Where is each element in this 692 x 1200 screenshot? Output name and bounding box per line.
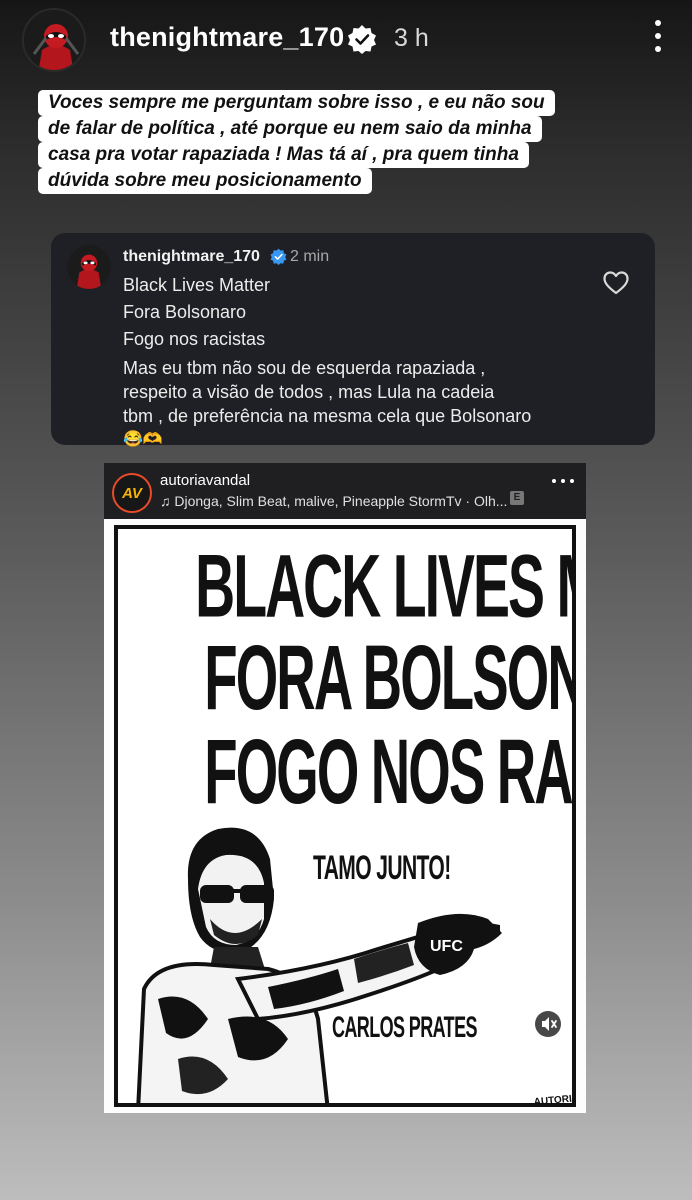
verified-badge-icon	[348, 25, 376, 54]
deadpool-avatar-icon	[67, 245, 111, 289]
poster-fighter-name: CARLOS PRATES	[332, 1011, 477, 1044]
poster-tagline: TAMO JUNTO!	[313, 849, 451, 887]
comment-username[interactable]: thenightmare_170	[123, 248, 260, 266]
artist-signature: AUTORIAVANDAL	[533, 1090, 576, 1107]
shared-post-username[interactable]: autoriavandal	[160, 472, 250, 489]
shared-post-music[interactable]: ♫ Djonga, Slim Beat, malive, Pineapple S…	[160, 493, 507, 509]
caption-line: casa pra votar rapaziada ! Mas tá aí , p…	[38, 142, 529, 168]
more-vertical-icon[interactable]	[646, 16, 670, 56]
poster-image: BLACK LIVES MATTER FORA BOLSONARO FOGO N…	[114, 525, 576, 1107]
comment-line: Fora Bolsonaro	[123, 302, 247, 322]
explicit-badge: E	[510, 491, 524, 505]
comment-avatar[interactable]	[67, 245, 111, 289]
comment-line: Mas eu tbm não sou de esquerda rapaziada…	[123, 358, 486, 378]
shared-post-header: AV autoriavandal ♫ Djonga, Slim Beat, ma…	[104, 463, 586, 519]
story-caption: Voces sempre me perguntam sobre isso , e…	[38, 90, 658, 194]
caption-line: Voces sempre me perguntam sobre isso , e…	[38, 90, 555, 116]
caption-line: de falar de política , até porque eu nem…	[38, 116, 542, 142]
speaker-muted-icon[interactable]	[535, 1011, 561, 1037]
comment-line: respeito a visão de todos , mas Lula na …	[123, 382, 495, 402]
glove-text: UFC	[430, 938, 463, 955]
poster-headline-1: BLACK LIVES MATTER	[195, 536, 572, 636]
story-time: 3 h	[394, 24, 429, 52]
caption-line: dúvida sobre meu posicionamento	[38, 168, 372, 194]
story-header: thenightmare_170 3 h	[0, 0, 692, 78]
shared-post-avatar[interactable]: AV	[112, 473, 152, 513]
more-horizontal-icon[interactable]	[552, 479, 574, 487]
deadpool-avatar-icon	[24, 10, 84, 70]
comment-text: Black Lives Matter Fora Bolsonaro Fogo n…	[123, 273, 603, 455]
story-avatar[interactable]	[22, 8, 86, 72]
poster-headline-3: FOGO NOS RACISTAS	[204, 720, 572, 823]
verified-badge-icon	[270, 248, 287, 265]
shared-post-avatar-text: AV	[122, 484, 142, 502]
comment-line: Black Lives Matter	[123, 275, 271, 295]
story-username[interactable]: thenightmare_170	[110, 22, 344, 53]
comment-emoji: 😂🫶	[123, 431, 163, 448]
shared-post[interactable]: AV autoriavandal ♫ Djonga, Slim Beat, ma…	[104, 463, 586, 1113]
comment-line: tbm , de preferência na mesma cela que B…	[123, 406, 532, 426]
comment-line: Fogo nos racistas	[123, 329, 266, 349]
poster-headline-2: FORA BOLSONARO	[204, 626, 572, 729]
comment-time: 2 min	[290, 248, 330, 265]
heart-outline-icon[interactable]	[602, 270, 630, 296]
quoted-comment-card[interactable]: thenightmare_170 2 min Black Lives Matte…	[51, 233, 655, 448]
